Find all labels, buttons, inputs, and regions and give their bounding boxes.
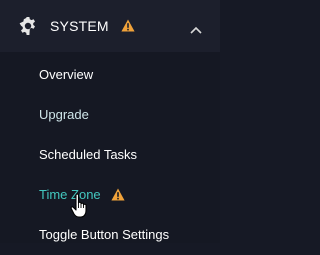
submenu-item-label: Toggle Button Settings (39, 227, 170, 242)
submenu-item-time-zone[interactable]: Time Zone (0, 175, 220, 215)
warning-icon (121, 19, 135, 32)
submenu-item-label: Scheduled Tasks (39, 147, 138, 162)
submenu-item-toggle-button-settings[interactable]: Toggle Button Settings (0, 215, 220, 255)
submenu-item-overview[interactable]: Overview (0, 55, 220, 95)
system-menu-header[interactable]: SYSTEM (0, 0, 220, 52)
submenu-item-label: Upgrade (39, 107, 89, 122)
chevron-up-icon[interactable] (190, 21, 202, 34)
gear-icon (18, 16, 38, 36)
submenu-item-label: Overview (39, 67, 94, 82)
system-title: SYSTEM (50, 18, 109, 34)
warning-icon (111, 188, 125, 201)
submenu-item-scheduled-tasks[interactable]: Scheduled Tasks (0, 135, 220, 175)
submenu-item-upgrade[interactable]: Upgrade (0, 95, 220, 135)
system-submenu: Overview Upgrade Scheduled Tasks Time Zo… (0, 52, 220, 243)
hand-pointer-cursor-icon (70, 193, 92, 219)
